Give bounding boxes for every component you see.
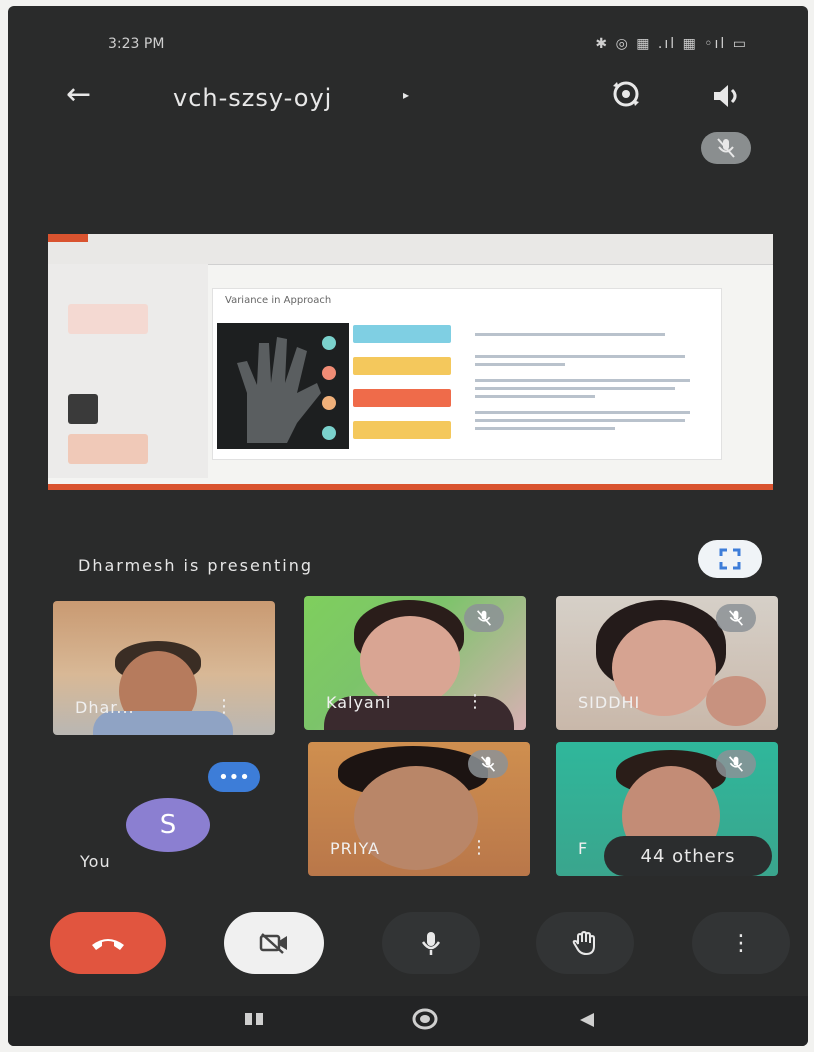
participant-tile[interactable]: Kalyani ⋮: [304, 596, 526, 730]
slide-bullet-label: [353, 325, 451, 343]
slide-text-line: [475, 379, 690, 382]
caret-right-icon[interactable]: ▸: [403, 88, 409, 102]
participant-name: F: [578, 839, 589, 858]
status-icons: ✱ ◎ ▦ .ıl ▦ ◦ıl ▭: [595, 36, 748, 52]
participant-tile[interactable]: PRIYA ⋮: [308, 742, 530, 876]
hand-xray-image: [217, 323, 349, 449]
more-options-button[interactable]: •••: [208, 762, 260, 792]
slide-text-line: [475, 363, 565, 366]
slide-text-line: [475, 395, 595, 398]
meeting-header: ← vch-szsy-oyj ▸: [8, 76, 808, 126]
mic-off-icon: [716, 604, 756, 632]
hand-icon: [572, 930, 595, 956]
mic-off-icon: [701, 132, 751, 164]
avatar: S: [126, 798, 210, 852]
status-bar: 3:23 PM ✱ ◎ ▦ .ıl ▦ ◦ıl ▭: [8, 36, 808, 62]
slide-text-line: [475, 355, 685, 358]
slide-bullet-label: [353, 389, 451, 407]
more-menu-button[interactable]: ⋮: [692, 912, 790, 974]
participant-name: Dhar...: [75, 698, 135, 717]
participant-tile[interactable]: Dhar... ⋮: [53, 601, 275, 735]
camera-off-icon: [259, 933, 287, 954]
home-icon[interactable]: [412, 1008, 438, 1030]
more-vert-icon[interactable]: ⋮: [215, 696, 233, 717]
meeting-code[interactable]: vch-szsy-oyj: [173, 84, 332, 112]
speaker-icon[interactable]: [708, 78, 744, 114]
camera-toggle-button[interactable]: [224, 912, 324, 974]
system-nav-bar: [8, 996, 808, 1046]
presenting-label: Dharmesh is presenting: [78, 556, 313, 575]
slide-title: Variance in Approach: [225, 295, 332, 306]
end-call-button[interactable]: [50, 912, 166, 974]
back-arrow-icon[interactable]: ←: [66, 80, 91, 110]
phone-screen: 3:23 PM ✱ ◎ ▦ .ıl ▦ ◦ıl ▭ ← vch-szsy-oyj…: [8, 6, 808, 1046]
back-triangle-icon[interactable]: [578, 1012, 596, 1028]
more-vert-icon[interactable]: ⋮: [470, 837, 488, 858]
switch-camera-icon[interactable]: [608, 76, 644, 112]
more-vert-icon[interactable]: ⋮: [466, 691, 484, 712]
slide-text-line: [475, 411, 690, 414]
mic-icon: [421, 932, 441, 955]
recents-icon[interactable]: [244, 1012, 264, 1026]
slide-bullet-label: [353, 357, 451, 375]
participant-tile[interactable]: SIDDHI: [556, 596, 778, 730]
slide-thumbnails: [48, 264, 208, 478]
phone-hangup-icon: [92, 939, 124, 950]
participant-name: PRIYA: [330, 839, 380, 858]
shared-screen[interactable]: Variance in Approach: [48, 234, 773, 490]
status-time: 3:23 PM: [108, 36, 165, 52]
slide-bullet-label: [353, 421, 451, 439]
slide-text-line: [475, 419, 685, 422]
mic-off-icon: [716, 750, 756, 778]
participant-name: Kalyani: [326, 693, 392, 712]
mic-off-icon: [468, 750, 508, 778]
fullscreen-icon[interactable]: [698, 540, 762, 578]
slide-thumbnail: [68, 394, 98, 424]
slide-text-line: [475, 333, 665, 336]
slide-text-line: [475, 427, 615, 430]
ribbon: [48, 234, 773, 265]
participant-name: SIDDHI: [578, 693, 641, 712]
slide-thumbnail: [68, 304, 148, 334]
mic-toggle-button[interactable]: [382, 912, 480, 974]
raise-hand-button[interactable]: [536, 912, 634, 974]
others-count-button[interactable]: 44 others: [604, 836, 772, 876]
slide: Variance in Approach: [213, 289, 721, 459]
mic-off-icon: [464, 604, 504, 632]
slide-text-line: [475, 387, 675, 390]
slide-thumbnail: [68, 434, 148, 464]
self-label: You: [80, 852, 111, 871]
